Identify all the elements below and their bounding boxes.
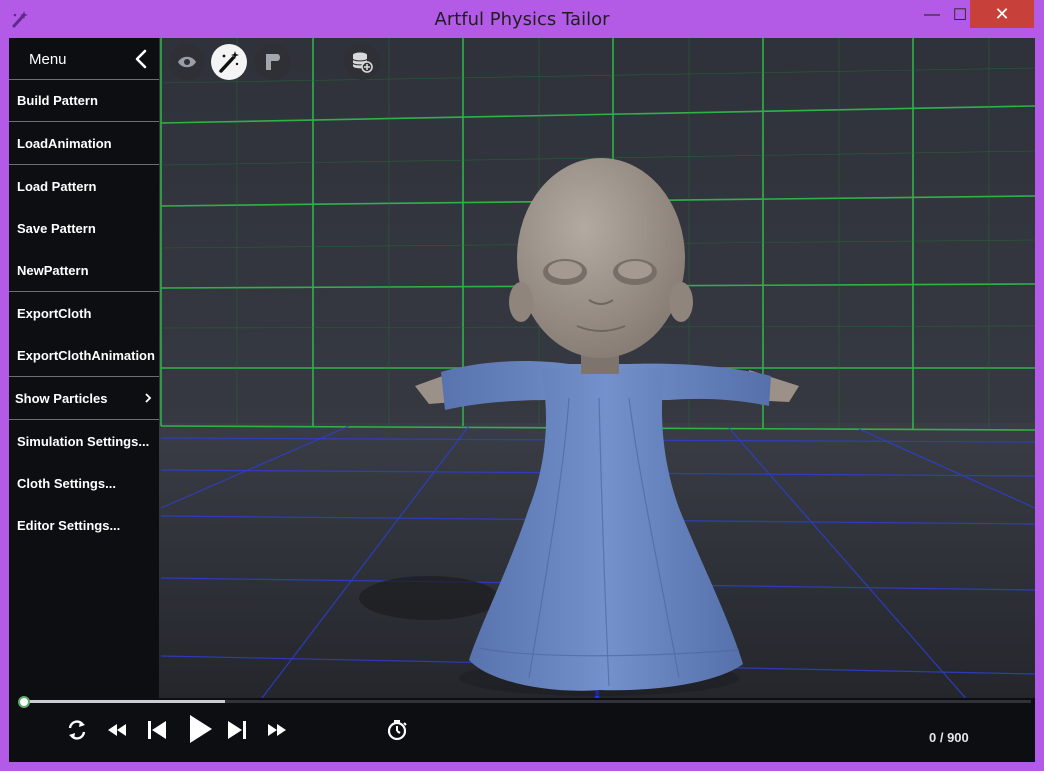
menu-title: Menu: [29, 51, 67, 68]
play-button[interactable]: [185, 713, 215, 745]
app-window: Artful Physics Tailor — ☐ ✕ Menu Build P…: [0, 0, 1044, 771]
fast-forward-button[interactable]: [265, 718, 289, 742]
window-title: Artful Physics Tailor: [434, 9, 610, 30]
timeline-thumb[interactable]: [18, 696, 30, 708]
title-bar[interactable]: Artful Physics Tailor — ☐ ✕: [0, 0, 1044, 38]
skip-forward-icon: [228, 721, 246, 739]
menu-item-label: Cloth Settings...: [17, 476, 116, 491]
menu-item-label: ExportCloth: [17, 306, 92, 321]
menu-item-export-cloth-animation[interactable]: ExportClothAnimation: [9, 335, 159, 377]
menu-item-label: Show Particles: [15, 391, 108, 406]
menu-item-show-particles[interactable]: Show Particles: [9, 378, 159, 420]
menu-item-load-animation[interactable]: LoadAnimation: [9, 123, 159, 165]
rewind-icon: [108, 724, 126, 736]
menu-item-label: ExportClothAnimation: [17, 348, 155, 363]
menu-item-save-pattern[interactable]: Save Pattern: [9, 208, 159, 250]
client-area: Menu Build Pattern LoadAnimation Load Pa…: [9, 38, 1035, 762]
eye-icon: [178, 56, 196, 68]
menu-item-new-pattern[interactable]: NewPattern: [9, 250, 159, 292]
menu-item-label: Build Pattern: [17, 93, 98, 108]
menu-item-export-cloth[interactable]: ExportCloth: [9, 293, 159, 335]
fast-forward-icon: [268, 724, 286, 736]
play-icon: [190, 715, 212, 743]
loop-icon: [68, 720, 86, 740]
menu-item-editor-settings[interactable]: Editor Settings...: [9, 505, 159, 547]
menu-item-label: Load Pattern: [17, 179, 97, 194]
rewind-button[interactable]: [105, 718, 129, 742]
skip-back-button[interactable]: [145, 717, 169, 743]
menu-item-label: Simulation Settings...: [17, 434, 150, 449]
skip-forward-button[interactable]: [225, 717, 249, 743]
menu-item-cloth-settings[interactable]: Cloth Settings...: [9, 463, 159, 505]
menu-item-load-pattern[interactable]: Load Pattern: [9, 166, 159, 208]
timer-button[interactable]: [385, 717, 409, 743]
menu-item-label: NewPattern: [17, 263, 89, 278]
skip-back-icon: [148, 721, 166, 739]
timer-icon: [387, 720, 407, 741]
chevron-right-icon: [145, 393, 152, 403]
chevron-left-icon[interactable]: [133, 48, 149, 70]
scene-viewport[interactable]: [9, 38, 1035, 702]
side-menu: Menu Build Pattern LoadAnimation Load Pa…: [9, 38, 159, 698]
playback-bar: 0 / 900: [9, 696, 1035, 762]
menu-header: Menu: [9, 38, 159, 80]
database-add-icon: [352, 52, 373, 73]
magic-wand-icon: [219, 51, 239, 73]
menu-item-label: Save Pattern: [17, 221, 96, 236]
close-button[interactable]: ✕: [970, 0, 1034, 28]
tool-visibility[interactable]: [169, 44, 205, 80]
menu-item-simulation-settings[interactable]: Simulation Settings...: [9, 421, 159, 463]
tool-magic[interactable]: [211, 44, 247, 80]
loop-button[interactable]: [65, 718, 89, 742]
menu-item-label: Editor Settings...: [17, 518, 121, 533]
scene-render: [9, 38, 1035, 702]
frame-counter: 0 / 900: [929, 730, 969, 745]
menu-item-build-pattern[interactable]: Build Pattern: [9, 80, 159, 122]
menu-item-label: LoadAnimation: [17, 136, 112, 151]
tool-database-add[interactable]: [344, 44, 380, 80]
brush-icon: [266, 54, 280, 70]
close-icon: ✕: [994, 3, 1010, 24]
maximize-icon: ☐: [952, 7, 968, 24]
timeline-progress: [23, 700, 225, 703]
tool-brush[interactable]: [255, 44, 291, 80]
